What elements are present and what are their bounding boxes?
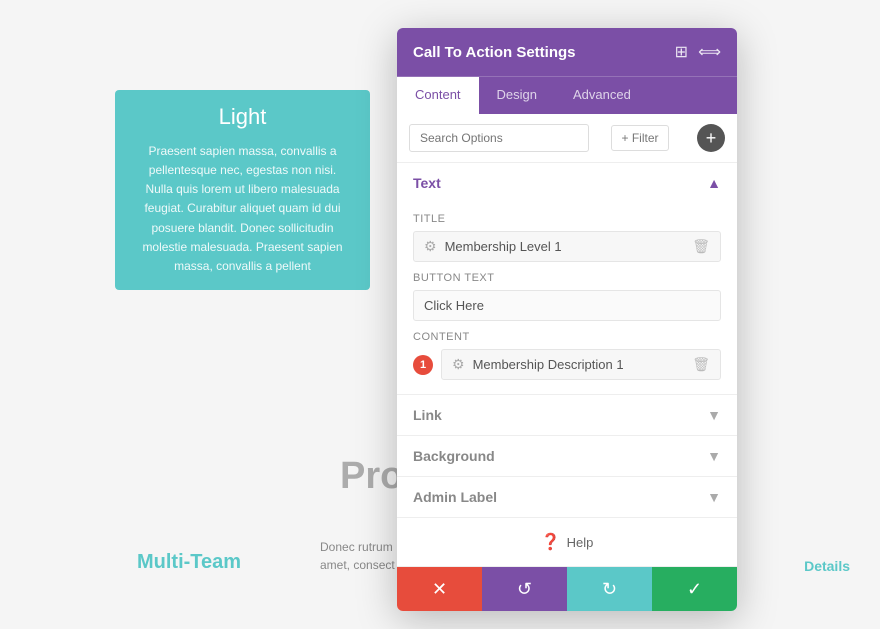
tab-design[interactable]: Design (479, 77, 555, 114)
content-field-label: Content (413, 331, 721, 343)
filter-button[interactable]: + Filter (611, 125, 668, 151)
link-section-header[interactable]: Link ▼ (397, 395, 737, 436)
help-icon: ❓ (541, 532, 561, 552)
modal-tabs: Content Design Advanced (397, 76, 737, 114)
confirm-button[interactable]: ✓ (652, 567, 737, 611)
gear-icon-content[interactable]: ⚙ (452, 356, 465, 373)
tab-advanced[interactable]: Advanced (555, 77, 649, 114)
admin-label-section-title: Admin Label (413, 489, 497, 505)
modal-footer: ✕ ↺ ↻ ✓ (397, 567, 737, 611)
page-title-bg: Pro (340, 455, 403, 498)
gear-icon-title[interactable]: ⚙ (424, 238, 437, 255)
title-field-value: Membership Level 1 (445, 239, 693, 254)
redo-button[interactable]: ↻ (567, 567, 652, 611)
redo-icon: ↻ (602, 579, 617, 600)
card-text: Praesent sapien massa, convallis a pelle… (135, 142, 350, 276)
close-icon: ✕ (432, 579, 447, 600)
background-chevron-down-icon: ▼ (707, 448, 721, 464)
modal-title: Call To Action Settings (413, 44, 576, 61)
card-title: Light (219, 104, 267, 130)
background-section-title: Background (413, 448, 495, 464)
link-chevron-down-icon: ▼ (707, 407, 721, 423)
check-icon: ✓ (687, 579, 702, 600)
content-badge: 1 (413, 355, 433, 375)
team-label: Multi-Team (137, 551, 241, 574)
teal-card: Light Praesent sapien massa, convallis a… (115, 90, 370, 290)
search-input[interactable] (409, 124, 589, 152)
text-chevron-up-icon: ▲ (707, 175, 721, 191)
help-text[interactable]: Help (567, 535, 594, 550)
title-delete-icon[interactable]: 🗑 (692, 238, 710, 255)
content-row: 1 ⚙ Membership Description 1 🗑 (413, 349, 721, 380)
undo-icon: ↺ (517, 579, 532, 600)
modal-header-icons: ⊞ ⟺ (675, 42, 721, 62)
expand-icon[interactable]: ⟺ (698, 42, 721, 62)
grid-icon[interactable]: ⊞ (675, 42, 688, 62)
link-section-title: Link (413, 407, 442, 423)
admin-label-section-header[interactable]: Admin Label ▼ (397, 477, 737, 518)
tab-content[interactable]: Content (397, 77, 479, 114)
text-section-content: Title ⚙ Membership Level 1 🗑 Button Text… (397, 203, 737, 395)
help-section: ❓ Help (397, 518, 737, 567)
close-button[interactable]: ✕ (397, 567, 482, 611)
button-text-label: Button Text (413, 272, 721, 284)
button-text-input[interactable] (413, 290, 721, 321)
modal-header: Call To Action Settings ⊞ ⟺ (397, 28, 737, 76)
text-section-header[interactable]: Text ▲ (397, 163, 737, 203)
modal-body: Text ▲ Title ⚙ Membership Level 1 🗑 Butt… (397, 163, 737, 567)
title-field-row: ⚙ Membership Level 1 🗑 (413, 231, 721, 262)
title-field-label: Title (413, 213, 721, 225)
details-link[interactable]: Details (804, 558, 850, 574)
content-delete-icon[interactable]: 🗑 (692, 356, 710, 373)
text-section-title: Text (413, 175, 441, 191)
undo-button[interactable]: ↺ (482, 567, 567, 611)
content-field-row: ⚙ Membership Description 1 🗑 (441, 349, 721, 380)
add-button[interactable]: + (697, 124, 725, 152)
cta-settings-modal: Call To Action Settings ⊞ ⟺ Content Desi… (397, 28, 737, 611)
admin-label-chevron-down-icon: ▼ (707, 489, 721, 505)
search-bar: + Filter + (397, 114, 737, 163)
content-field-value: Membership Description 1 (473, 357, 693, 372)
background-section-header[interactable]: Background ▼ (397, 436, 737, 477)
